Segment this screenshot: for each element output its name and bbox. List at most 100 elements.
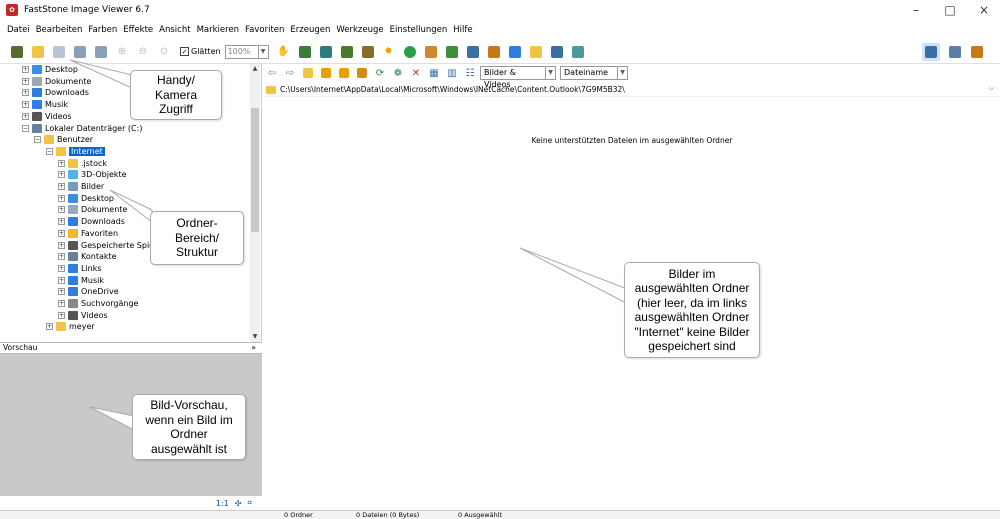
browse-button[interactable] <box>317 43 335 61</box>
menu-favoriten[interactable]: Favoriten <box>242 25 287 35</box>
close-button[interactable]: × <box>968 0 1000 20</box>
tree-expander-icon[interactable]: + <box>22 66 29 73</box>
tree-expander-icon[interactable]: + <box>58 264 65 272</box>
fit-icon[interactable]: ✣ <box>235 499 242 508</box>
rotate-button[interactable] <box>485 43 503 61</box>
tree-expander-icon[interactable]: + <box>58 276 65 284</box>
tree-item[interactable]: + OneDrive <box>58 286 119 297</box>
sort-order-select[interactable]: Dateiname <box>560 66 618 80</box>
tree-item[interactable]: + Musik <box>58 275 104 286</box>
copy-to-button[interactable] <box>336 65 352 81</box>
edit-button[interactable] <box>359 43 377 61</box>
menu-erzeugen[interactable]: Erzeugen <box>287 25 333 35</box>
tree-item[interactable]: − Lokaler Datenträger (C:) <box>22 123 142 134</box>
tree-item[interactable]: + .jstock <box>58 158 107 169</box>
tree-item[interactable]: + meyer <box>46 321 95 332</box>
details-view-button[interactable]: ▥ <box>444 65 460 81</box>
tree-expander-icon[interactable]: − <box>34 136 41 144</box>
resize-button[interactable] <box>443 43 461 61</box>
compare-button[interactable] <box>338 43 356 61</box>
list-view-button[interactable]: ☷ <box>462 65 478 81</box>
tree-expander-icon[interactable]: + <box>58 311 65 319</box>
tree-expander-icon[interactable]: + <box>58 183 65 190</box>
layout-3-button[interactable] <box>968 43 986 61</box>
tree-expander-icon[interactable]: + <box>22 101 29 109</box>
tree-expander-icon[interactable]: + <box>22 89 29 97</box>
address-path[interactable]: C:\Users\Internet\AppData\Local\Microsof… <box>280 85 625 94</box>
save-as-button[interactable] <box>71 43 89 61</box>
tools-button[interactable] <box>422 43 440 61</box>
tree-expander-icon[interactable]: + <box>58 253 65 261</box>
tree-item[interactable]: + Gespeicherte Spiele <box>58 240 161 251</box>
delete-button[interactable]: ✕ <box>408 65 424 81</box>
tree-item[interactable]: + Dokumente <box>58 204 127 215</box>
print-button[interactable] <box>548 43 566 61</box>
tree-item[interactable]: + Videos <box>58 310 108 321</box>
tree-item[interactable]: + Dokumente <box>22 76 91 87</box>
move-to-button[interactable] <box>354 65 370 81</box>
effects-button[interactable]: ✸ <box>380 43 398 61</box>
tree-expander-icon[interactable]: + <box>58 229 65 237</box>
tree-expander-icon[interactable]: + <box>22 112 29 120</box>
menu-werkzeuge[interactable]: Werkzeuge <box>333 25 386 35</box>
menu-effekte[interactable]: Effekte <box>120 25 156 35</box>
layout-2-button[interactable] <box>946 43 964 61</box>
tree-expander-icon[interactable]: − <box>46 147 53 155</box>
tree-item[interactable]: + Desktop <box>58 193 114 204</box>
actual-size-button[interactable]: ⊙ <box>155 43 173 61</box>
refresh-button[interactable]: ⟳ <box>372 65 388 81</box>
settings-button[interactable] <box>569 43 587 61</box>
tree-expander-icon[interactable]: + <box>58 171 65 179</box>
folder-tree-scrollbar[interactable]: ▲ ▼ <box>250 64 260 342</box>
menu-einstellungen[interactable]: Einstellungen <box>387 25 451 35</box>
menu-farben[interactable]: Farben <box>85 25 120 35</box>
back-button[interactable]: ⇦ <box>264 65 280 81</box>
print-preview-button[interactable] <box>92 43 110 61</box>
tree-item[interactable]: + Videos <box>22 111 72 122</box>
up-folder-button[interactable] <box>300 65 316 81</box>
tree-item[interactable]: + Suchvorgänge <box>58 298 138 309</box>
file-type-dropdown-arrow[interactable]: ▼ <box>546 66 556 80</box>
tree-expander-icon[interactable]: − <box>22 124 29 132</box>
tree-expander-icon[interactable]: + <box>58 288 65 296</box>
hand-tool-button[interactable]: ✋ <box>275 43 293 61</box>
smooth-checkbox[interactable]: ✓ Glätten <box>180 47 221 56</box>
file-type-filter-select[interactable]: Bilder & Videos <box>480 66 546 89</box>
tree-item[interactable]: + Kontakte <box>58 251 117 262</box>
tree-item[interactable]: + Downloads <box>22 87 89 98</box>
tree-expander-icon[interactable]: + <box>58 218 65 226</box>
actual-size-ratio[interactable]: 1:1 <box>216 499 229 508</box>
layout-1-button[interactable] <box>922 42 940 61</box>
save-button[interactable] <box>50 43 68 61</box>
tree-item[interactable]: +3D-Objekte <box>58 169 127 180</box>
user-button[interactable] <box>401 43 419 61</box>
zoom-level-field[interactable]: 100% <box>224 44 259 59</box>
crop-button[interactable] <box>464 43 482 61</box>
tree-item[interactable]: − Benutzer <box>34 134 93 145</box>
scrollbar-thumb[interactable] <box>251 108 259 232</box>
tree-expander-icon[interactable]: + <box>58 300 65 307</box>
tree-item[interactable]: + Desktop <box>22 64 78 75</box>
menu-datei[interactable]: Datei <box>4 25 33 35</box>
tree-item[interactable]: + Favoriten <box>58 228 118 239</box>
tree-item[interactable]: + Musik <box>22 99 68 110</box>
tree-item[interactable]: − Internet <box>46 146 105 157</box>
favorites-button[interactable]: ❁ <box>390 65 406 81</box>
zoom-out-button[interactable]: ⊖ <box>134 43 152 61</box>
camera-import-button[interactable] <box>8 43 26 61</box>
scroll-up-icon[interactable]: ▲ <box>250 64 260 74</box>
address-dropdown-icon[interactable]: ⌵ <box>989 84 994 93</box>
menu-ansicht[interactable]: Ansicht <box>156 25 193 35</box>
upload-button[interactable] <box>506 43 524 61</box>
menu-markieren[interactable]: Markieren <box>194 25 242 35</box>
thumbnails-view-button[interactable]: ▦ <box>426 65 442 81</box>
tree-expander-icon[interactable]: + <box>58 206 65 214</box>
new-folder-button[interactable] <box>318 65 334 81</box>
tree-expander-icon[interactable]: + <box>22 77 29 85</box>
address-bar[interactable]: C:\Users\Internet\AppData\Local\Microsof… <box>264 83 1000 97</box>
forward-button[interactable]: ⇨ <box>282 65 298 81</box>
tree-expander-icon[interactable]: + <box>46 323 53 331</box>
sort-dropdown-arrow[interactable]: ▼ <box>618 66 628 80</box>
minimize-button[interactable]: – <box>900 0 932 20</box>
zoom-in-button[interactable]: ⊕ <box>113 43 131 61</box>
